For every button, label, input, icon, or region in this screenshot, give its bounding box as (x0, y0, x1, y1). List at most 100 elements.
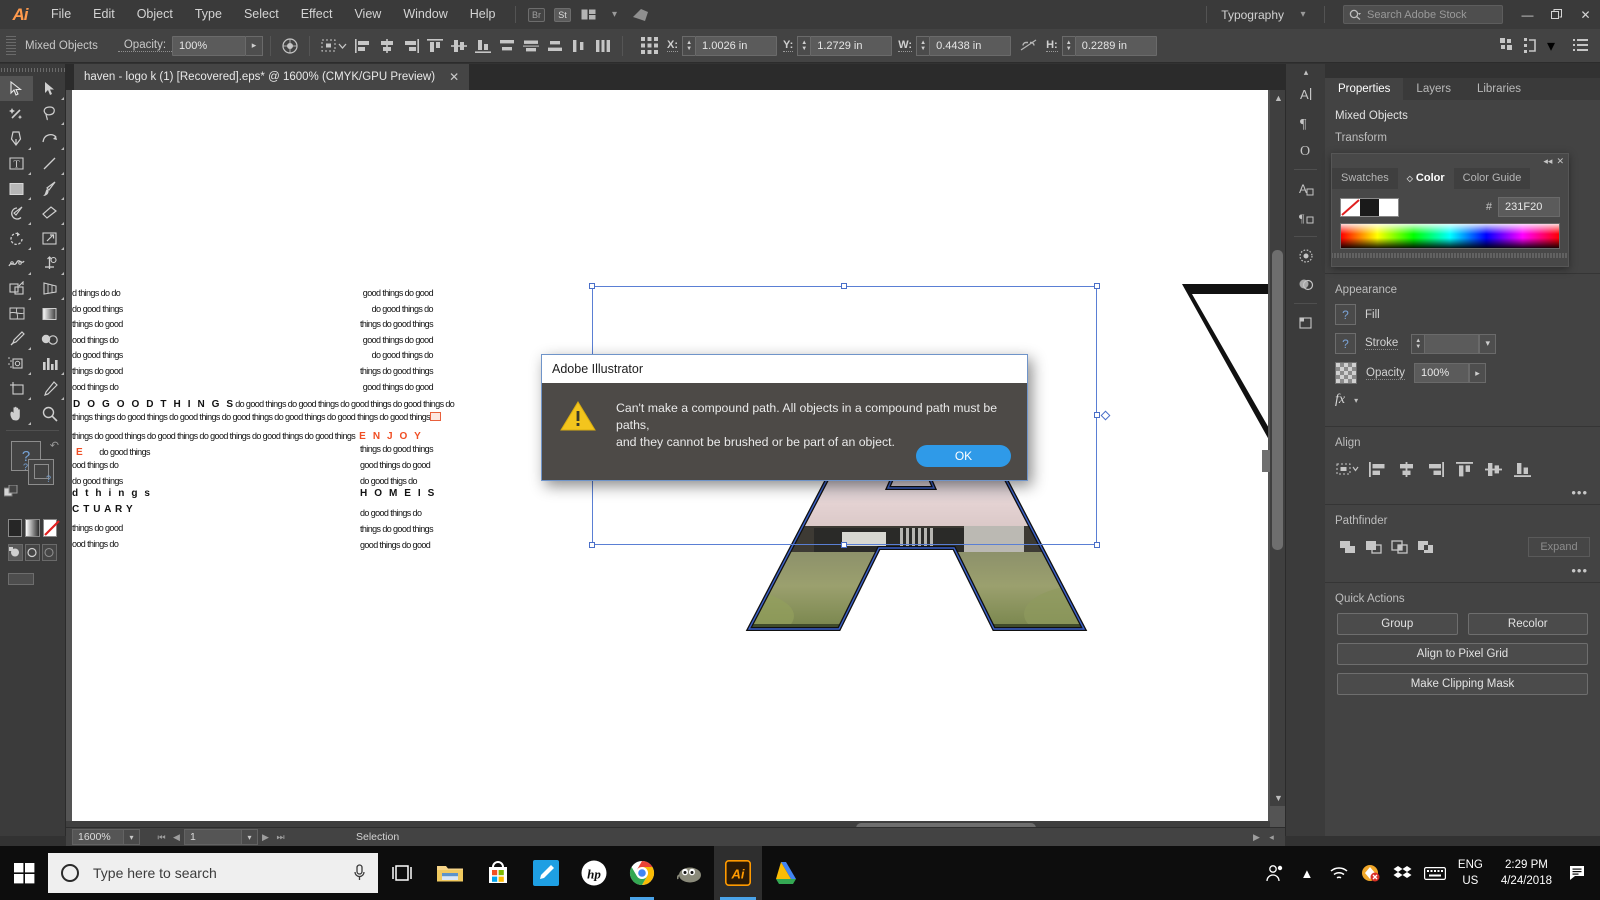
distribute-bottom-icon[interactable] (544, 35, 566, 57)
opacity-input[interactable]: 100% (172, 35, 247, 56)
shape-builder-tool[interactable] (0, 276, 33, 301)
last-artboard-button[interactable]: ⏭ (273, 829, 288, 845)
distribute-left-icon[interactable] (568, 35, 590, 57)
selection-handle-tl[interactable] (589, 283, 595, 289)
tab-color[interactable]: ◇ Color (1397, 168, 1454, 189)
menu-edit[interactable]: Edit (82, 0, 126, 29)
zoom-level-input[interactable]: 1600% (72, 829, 124, 845)
distribute-top-icon[interactable] (496, 35, 518, 57)
direct-selection-tool[interactable] (33, 76, 66, 101)
align-to-selection-icon[interactable] (318, 35, 350, 57)
line-segment-tool[interactable] (33, 151, 66, 176)
close-button[interactable]: ✕ (1571, 0, 1600, 29)
taskbar-search-box[interactable]: Type here to search (48, 853, 378, 893)
status-next-icon[interactable]: ▶ (1249, 829, 1264, 845)
zoom-tool[interactable] (33, 401, 66, 426)
pathfinder-unite-icon[interactable] (1335, 535, 1361, 559)
artboard-chevron-down-icon[interactable]: ▾ (242, 829, 258, 845)
hp-icon[interactable]: hp (570, 846, 618, 900)
control-bar-grip[interactable] (6, 35, 16, 56)
recolor-button[interactable]: Recolor (1467, 613, 1588, 635)
stroke-color-swatch[interactable]: ? ? (23, 459, 54, 485)
x-stepper[interactable]: ▲ ▼ (682, 35, 696, 56)
artboard-number-input[interactable]: 1 (184, 829, 242, 845)
swap-fill-stroke-icon[interactable]: ↶ (50, 439, 59, 452)
vertical-scroll-thumb[interactable] (1272, 250, 1283, 550)
dropbox-icon[interactable] (1388, 846, 1418, 900)
w-input[interactable]: 0.4438 in (929, 35, 1012, 56)
align-center-horizontal-icon[interactable] (1393, 457, 1419, 481)
document-tab[interactable]: haven - logo k (1) [Recovered].eps* @ 16… (74, 64, 471, 90)
distribute-spacing-icon[interactable] (1520, 35, 1542, 57)
stroke-row[interactable]: ? Stroke ▲ ▼ ▾ (1325, 329, 1600, 358)
panel-options-menu-icon[interactable] (1569, 35, 1591, 57)
stroke-weight-chevron-icon[interactable]: ▾ (1479, 333, 1497, 354)
align-more-options-icon[interactable]: ••• (1325, 485, 1600, 504)
x-input[interactable]: 1.0026 in (695, 35, 778, 56)
draw-inside-mode[interactable] (42, 544, 57, 561)
alert-dialog[interactable]: Adobe Illustrator Can't make a compound … (541, 354, 1028, 481)
align-to-pixel-grid-button[interactable]: Align to Pixel Grid (1337, 643, 1588, 665)
y-stepper[interactable]: ▲ ▼ (797, 35, 811, 56)
align-left-icon[interactable] (352, 35, 374, 57)
free-transform-tool[interactable] (33, 251, 66, 276)
fx-row[interactable]: fx ▾ (1325, 388, 1600, 412)
tool-status-label[interactable]: Selection (356, 831, 399, 843)
document-tab-close-icon[interactable]: ✕ (449, 70, 459, 84)
constrain-proportions-icon[interactable] (1017, 35, 1039, 57)
scale-tool[interactable] (33, 226, 66, 251)
zoom-chevron-down-icon[interactable]: ▾ (124, 829, 140, 845)
action-center-icon[interactable] (1564, 846, 1594, 900)
align-top-icon[interactable] (1451, 457, 1477, 481)
adobe-illustrator-icon[interactable]: Ai (714, 846, 762, 900)
menu-type[interactable]: Type (184, 0, 233, 29)
opacity-chevron-icon[interactable]: ▸ (1469, 363, 1486, 383)
arrange-documents-icon[interactable] (576, 5, 602, 25)
none-color-swatch[interactable] (1341, 198, 1360, 216)
arrange-grid-icon[interactable] (1496, 35, 1518, 57)
align-right-icon[interactable] (1422, 457, 1448, 481)
file-explorer-icon[interactable] (426, 846, 474, 900)
dialog-ok-button[interactable]: OK (916, 445, 1011, 467)
google-chrome-icon[interactable] (618, 846, 666, 900)
draw-normal-mode[interactable] (8, 544, 23, 561)
black-color-swatch[interactable] (1360, 198, 1379, 216)
selection-handle-tc[interactable] (841, 283, 847, 289)
tab-libraries[interactable]: Libraries (1464, 78, 1534, 100)
adobe-stock-search[interactable]: Search Adobe Stock (1343, 5, 1503, 24)
color-spectrum-ramp[interactable] (1340, 223, 1560, 249)
pathfinder-more-options-icon[interactable]: ••• (1325, 563, 1600, 582)
menu-select[interactable]: Select (233, 0, 290, 29)
magic-wand-tool[interactable] (0, 101, 33, 126)
fill-color-swatch-icon[interactable]: ? (1335, 304, 1356, 325)
status-prev-icon[interactable]: ◂ (1264, 829, 1279, 845)
language-indicator[interactable]: ENG US (1452, 857, 1489, 889)
make-clipping-mask-button[interactable]: Make Clipping Mask (1337, 673, 1588, 695)
paintbrush-tool[interactable] (33, 176, 66, 201)
scroll-up-arrow-icon[interactable]: ▲ (1274, 93, 1283, 103)
white-color-swatch[interactable] (1379, 198, 1398, 216)
maximize-restore-button[interactable] (1542, 0, 1571, 29)
eyedropper-tool[interactable] (0, 326, 33, 351)
color-panel-resize-grip[interactable] (1332, 252, 1568, 259)
color-panel-collapse-icon[interactable]: ◂◂ (1543, 156, 1552, 167)
selection-tool[interactable] (0, 76, 33, 101)
artboards-panel-icon[interactable] (1286, 309, 1326, 337)
distribute-horizontal-icon[interactable] (592, 35, 614, 57)
type-tool[interactable]: T (0, 151, 33, 176)
column-graph-tool[interactable] (33, 351, 66, 376)
adobe-cc-icon[interactable] (628, 5, 654, 25)
pen-tool[interactable] (0, 126, 33, 151)
opacity-input[interactable]: 100% (1414, 363, 1469, 383)
color-panel-close-icon[interactable]: ✕ (1556, 156, 1564, 167)
pathfinder-minus-front-icon[interactable] (1361, 535, 1387, 559)
paragraph-panel-icon[interactable]: ¶ (1286, 108, 1326, 136)
selection-handle-bl[interactable] (589, 542, 595, 548)
align-bottom-icon[interactable] (1509, 457, 1535, 481)
menu-window[interactable]: Window (392, 0, 458, 29)
eraser-tool[interactable] (33, 201, 66, 226)
blend-tool[interactable] (33, 326, 66, 351)
rectangle-tool[interactable] (0, 176, 33, 201)
tools-panel-grip[interactable] (0, 64, 65, 76)
tab-layers[interactable]: Layers (1403, 78, 1464, 100)
